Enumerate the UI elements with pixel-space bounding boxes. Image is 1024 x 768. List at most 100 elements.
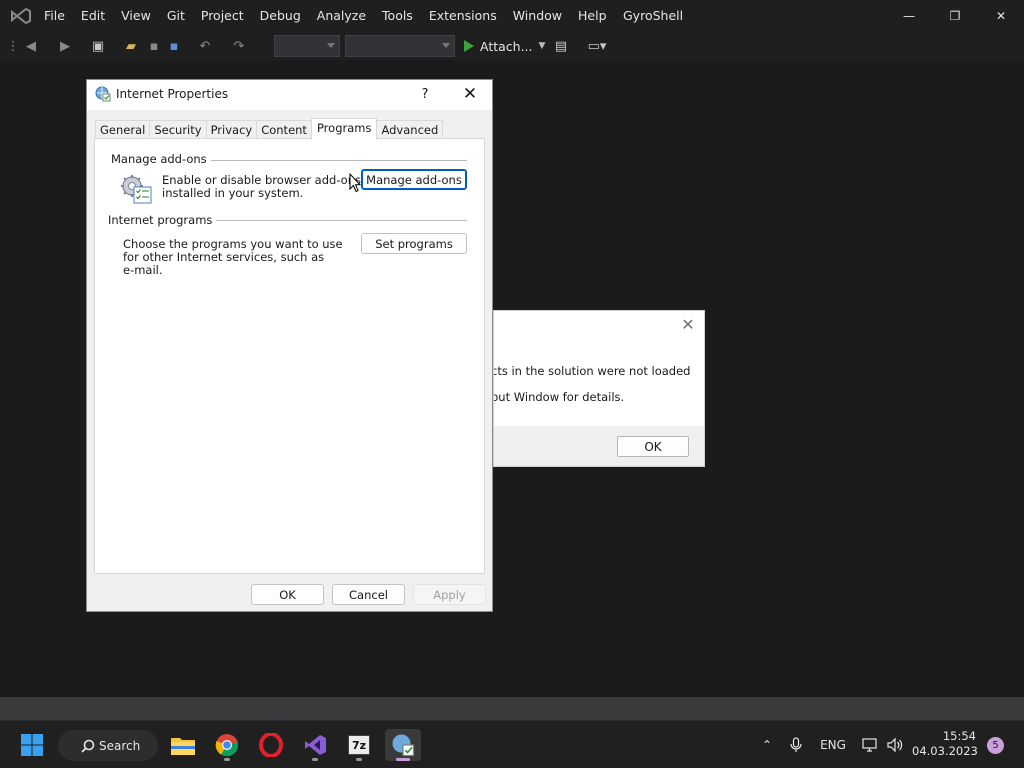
toolbar-grip-icon: ⋮ [6, 38, 20, 54]
menu-project[interactable]: Project [193, 0, 252, 32]
close-window-button[interactable]: ✕ [978, 0, 1024, 32]
play-icon [464, 40, 474, 52]
cancel-button[interactable]: Cancel [332, 584, 405, 605]
apply-button[interactable]: Apply [413, 584, 486, 605]
menu-analyze[interactable]: Analyze [309, 0, 374, 32]
load-warning-dialog: ✕ cts in the solution were not loaded pu… [493, 310, 705, 467]
manage-addons-group-label: Manage add-ons [111, 152, 211, 166]
dialog-titlebar[interactable]: Internet Properties ? ✕ [87, 80, 492, 110]
menu-edit[interactable]: Edit [73, 0, 113, 32]
folder-search-icon[interactable]: ▤ [552, 36, 570, 56]
search-label: Search [99, 738, 141, 753]
windows-logo-icon [21, 734, 43, 756]
vs-menubar: File Edit View Git Project Debug Analyze… [36, 0, 615, 32]
open-folder-icon[interactable]: ▰ [122, 36, 140, 56]
menu-view[interactable]: View [113, 0, 159, 32]
search-icon [81, 739, 95, 753]
network-icon[interactable] [860, 721, 882, 768]
chrome-icon[interactable] [209, 729, 245, 761]
taskbar: Search 7z ⌃ ENG 15:54 04.03.2023 5 [0, 720, 1024, 768]
tab-content[interactable]: Content [256, 120, 312, 139]
monitor-network-icon [862, 738, 877, 752]
message-text-line2: put Window for details. [493, 390, 625, 404]
language-indicator[interactable]: ENG [816, 721, 850, 768]
visual-studio-logo-icon [305, 735, 326, 755]
undo-icon[interactable]: ↶ [196, 36, 214, 56]
visual-studio-icon[interactable] [297, 729, 333, 761]
tab-strip: General Security Privacy Content Program… [95, 118, 444, 140]
save-all-icon[interactable]: ▪ [166, 36, 182, 56]
notification-badge[interactable]: 5 [987, 737, 1004, 754]
tab-advanced[interactable]: Advanced [376, 120, 444, 139]
menu-debug[interactable]: Debug [252, 0, 309, 32]
restore-button[interactable]: ❐ [932, 0, 978, 32]
active-indicator [396, 758, 410, 761]
programs-tab-panel: Manage add-ons Enable or disable browser… [94, 138, 485, 574]
internet-programs-group-label: Internet programs [108, 213, 217, 227]
configuration-dropdown[interactable] [274, 35, 340, 57]
message-text-line1: cts in the solution were not loaded [493, 364, 691, 378]
manage-addons-button[interactable]: Manage add-ons [361, 169, 467, 190]
close-button[interactable]: ✕ [455, 80, 485, 109]
tab-privacy[interactable]: Privacy [205, 120, 258, 139]
menu-git[interactable]: Git [159, 0, 193, 32]
vs-titlebar: File Edit View Git Project Debug Analyze… [0, 0, 1024, 32]
clock-date: 04.03.2023 [912, 744, 978, 758]
dialog-footer: OK [494, 426, 704, 466]
chrome-logo-icon [215, 734, 239, 757]
attach-label: Attach... [480, 38, 533, 54]
tab-security[interactable]: Security [149, 120, 207, 139]
redo-icon[interactable]: ↷ [230, 36, 248, 56]
menu-file[interactable]: File [36, 0, 73, 32]
menu-tools[interactable]: Tools [374, 0, 421, 32]
internet-properties-taskbar-icon[interactable] [385, 729, 421, 761]
tab-programs[interactable]: Programs [310, 118, 378, 140]
close-icon[interactable]: ✕ [680, 317, 696, 333]
vs-toolbar: ⋮ ◀ ▶ ▣ ▰ ▪ ▪ ↶ ↷ Attach... ▼ ▤ ▭▾ [0, 32, 1024, 60]
clock-time: 15:54 [942, 729, 976, 743]
navigate-back-icon[interactable]: ◀ [22, 36, 40, 56]
taskbar-search[interactable]: Search [58, 730, 158, 761]
window-layout-icon[interactable]: ▭▾ [582, 36, 612, 56]
speaker-icon [887, 737, 903, 753]
running-indicator [356, 758, 362, 761]
chevron-down-icon [327, 43, 335, 48]
file-explorer-icon[interactable] [165, 729, 201, 761]
system-clock[interactable]: 15:54 04.03.2023 [912, 729, 978, 759]
volume-icon[interactable] [884, 721, 906, 768]
minimize-button[interactable]: — [886, 0, 932, 32]
vs-statusbar [0, 697, 1024, 720]
manage-addons-icon [121, 175, 152, 204]
attach-button[interactable]: Attach... ▼ [464, 35, 545, 57]
opera-logo-icon [259, 733, 283, 757]
navigate-forward-icon[interactable]: ▶ [56, 36, 74, 56]
dialog-title: Internet Properties [116, 87, 229, 101]
ok-button[interactable]: OK [617, 436, 689, 457]
group-divider [179, 160, 467, 161]
visual-studio-logo-icon [11, 7, 31, 25]
save-icon[interactable]: ▪ [146, 36, 162, 56]
ok-button[interactable]: OK [251, 584, 324, 605]
chevron-down-icon [442, 43, 450, 48]
tab-general[interactable]: General [95, 120, 151, 139]
menu-help[interactable]: Help [570, 0, 615, 32]
opera-icon[interactable] [253, 729, 289, 761]
menu-window[interactable]: Window [505, 0, 570, 32]
internet-programs-description-line3: e-mail. [123, 263, 163, 277]
running-indicator [224, 758, 230, 761]
set-programs-button[interactable]: Set programs [361, 233, 467, 254]
platform-dropdown[interactable] [345, 35, 455, 57]
manage-addons-description-line2: installed in your system. [162, 186, 304, 200]
internet-properties-icon [95, 86, 111, 102]
microphone-glyph-icon [790, 737, 802, 752]
7zip-icon[interactable]: 7z [341, 729, 377, 761]
internet-properties-dialog: Internet Properties ? ✕ General Security… [86, 79, 493, 612]
7zip-logo-icon: 7z [348, 735, 370, 755]
menu-extensions[interactable]: Extensions [421, 0, 505, 32]
windows-start-icon[interactable] [14, 729, 50, 761]
help-button[interactable]: ? [413, 80, 437, 109]
group-divider [199, 220, 467, 221]
chevron-up-icon[interactable]: ⌃ [756, 721, 778, 768]
new-project-icon[interactable]: ▣ [88, 36, 108, 56]
microphone-icon[interactable] [786, 721, 806, 768]
